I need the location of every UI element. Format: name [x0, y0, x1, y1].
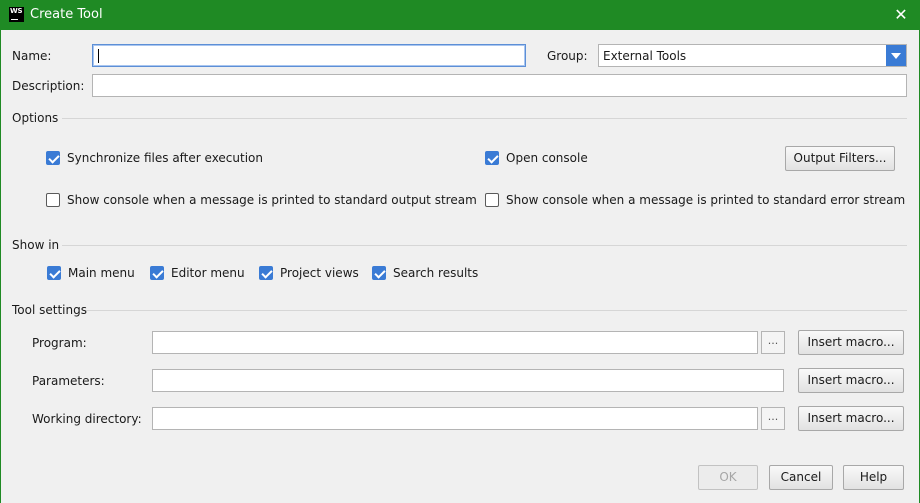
show-console-stdout-checkbox[interactable]: Show console when a message is printed t…: [46, 193, 477, 207]
checkbox-checked-icon[interactable]: [485, 151, 499, 165]
tool-settings-separator: [86, 310, 907, 311]
checkbox-checked-icon[interactable]: [259, 266, 273, 280]
project-views-checkbox[interactable]: Project views: [259, 266, 359, 280]
main-menu-label: Main menu: [68, 266, 135, 280]
show-in-section-title: Show in: [12, 238, 60, 252]
parameters-label: Parameters:: [32, 374, 105, 388]
show-console-stderr-checkbox[interactable]: Show console when a message is printed t…: [485, 193, 905, 207]
cancel-button[interactable]: Cancel: [769, 465, 833, 490]
checkbox-checked-icon[interactable]: [47, 266, 61, 280]
program-input[interactable]: [152, 331, 758, 354]
main-menu-checkbox[interactable]: Main menu: [47, 266, 135, 280]
group-select-value: External Tools: [603, 49, 687, 63]
group-select[interactable]: External Tools: [598, 44, 907, 67]
group-label: Group:: [547, 49, 588, 63]
ok-button[interactable]: OK: [698, 465, 758, 490]
name-input[interactable]: [92, 44, 526, 67]
help-button[interactable]: Help: [843, 465, 904, 490]
options-section-title: Options: [12, 111, 59, 125]
checkbox-checked-icon[interactable]: [150, 266, 164, 280]
window-title: Create Tool: [30, 7, 103, 22]
show-in-separator: [62, 245, 907, 246]
name-label: Name:: [12, 49, 52, 63]
title-bar: WS Create Tool ✕: [0, 0, 920, 30]
text-caret: [98, 49, 99, 63]
sync-files-checkbox[interactable]: Synchronize files after execution: [46, 151, 263, 165]
working-directory-label: Working directory:: [32, 412, 142, 426]
show-console-stdout-label: Show console when a message is printed t…: [67, 193, 477, 207]
open-console-checkbox[interactable]: Open console: [485, 151, 588, 165]
options-separator: [62, 118, 907, 119]
search-results-checkbox[interactable]: Search results: [372, 266, 478, 280]
project-views-label: Project views: [280, 266, 359, 280]
open-console-label: Open console: [506, 151, 588, 165]
working-directory-input[interactable]: [152, 407, 758, 430]
program-label: Program:: [32, 336, 87, 350]
checkbox-checked-icon[interactable]: [46, 151, 60, 165]
window-border-left: [0, 30, 1, 503]
program-browse-button[interactable]: ...: [761, 331, 785, 354]
search-results-label: Search results: [393, 266, 479, 280]
close-icon[interactable]: ✕: [890, 4, 912, 26]
description-input[interactable]: [92, 74, 907, 97]
working-directory-browse-button[interactable]: ...: [761, 407, 785, 430]
webstorm-app-icon: WS: [9, 7, 24, 22]
working-directory-insert-macro-button[interactable]: Insert macro...: [798, 406, 904, 431]
editor-menu-checkbox[interactable]: Editor menu: [150, 266, 245, 280]
description-label: Description:: [12, 79, 85, 93]
program-insert-macro-button[interactable]: Insert macro...: [798, 330, 904, 355]
show-console-stderr-label: Show console when a message is printed t…: [506, 193, 906, 207]
checkbox-checked-icon[interactable]: [372, 266, 386, 280]
sync-files-label: Synchronize files after execution: [67, 151, 263, 165]
tool-settings-section-title: Tool settings: [12, 303, 87, 317]
editor-menu-label: Editor menu: [171, 266, 245, 280]
checkbox-unchecked-icon[interactable]: [46, 193, 60, 207]
parameters-insert-macro-button[interactable]: Insert macro...: [798, 368, 904, 393]
checkbox-unchecked-icon[interactable]: [485, 193, 499, 207]
output-filters-button[interactable]: Output Filters...: [785, 146, 895, 171]
chevron-down-icon[interactable]: [886, 45, 906, 66]
parameters-input[interactable]: [152, 369, 784, 392]
